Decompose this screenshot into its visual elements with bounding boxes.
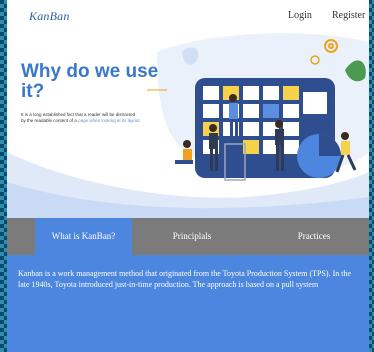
hero-text-faded: page when looking at its layout. [78, 118, 141, 123]
tab-content-panel: Kanban is a work management method that … [7, 255, 369, 352]
content-paragraph: Kanban is a work management method that … [18, 269, 352, 289]
hero-title: Why do we use it? [21, 61, 159, 102]
tab-principlals[interactable]: Principlals [137, 218, 247, 255]
logo[interactable]: KanBan [29, 9, 70, 24]
register-link[interactable]: Register [332, 10, 365, 21]
hero-text: It is a long established fact that a rea… [21, 112, 141, 124]
tab-bar: What is KanBan? Principlals Practices [7, 218, 369, 255]
login-link[interactable]: Login [288, 10, 312, 21]
hero-illustration [7, 33, 369, 218]
tab-what-is-kanban[interactable]: What is KanBan? [35, 218, 132, 255]
pie-chart-icon [297, 134, 341, 178]
hero-section: Why do we use it? It is a long establish… [7, 32, 369, 218]
page: KanBan Login Register Why do we use it? … [7, 0, 369, 352]
top-navbar: KanBan Login Register [7, 0, 369, 32]
tab-practices[interactable]: Practices [259, 218, 369, 255]
